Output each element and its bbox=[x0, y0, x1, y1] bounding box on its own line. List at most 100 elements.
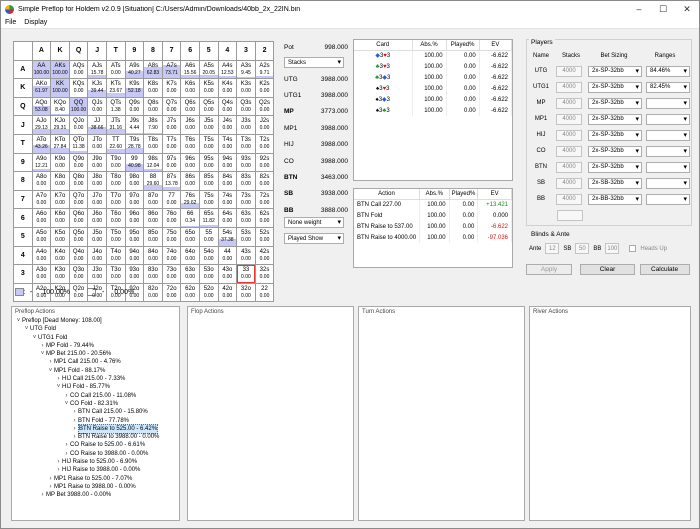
chevron-right-icon[interactable]: › bbox=[47, 483, 54, 491]
hand-cell[interactable]: J3o 0.00 bbox=[87, 264, 107, 284]
player-stack-input[interactable]: 4000 bbox=[556, 65, 582, 77]
hand-cell[interactable]: T6o 0.00 bbox=[105, 208, 126, 228]
hand-cell[interactable]: K2s 0.00 bbox=[254, 78, 275, 98]
hand-cell[interactable]: 94s 0.00 bbox=[217, 152, 238, 173]
hand-cell[interactable]: J5o 0.00 bbox=[87, 226, 107, 247]
player-stack-input[interactable]: 4000 bbox=[556, 177, 582, 189]
hand-cell[interactable]: Q3o 0.00 bbox=[68, 264, 89, 284]
hand-cell[interactable]: K7o 0.00 bbox=[50, 189, 70, 210]
chevron-down-icon[interactable]: ˅ bbox=[63, 400, 70, 408]
hand-cell[interactable]: Q4o 0.00 bbox=[68, 245, 89, 266]
hand-cell[interactable]: J6s 0.00 bbox=[180, 115, 200, 135]
hand-cell[interactable]: 63o 0.00 bbox=[180, 264, 200, 284]
stacks-select[interactable]: Stacks bbox=[284, 57, 344, 68]
hand-cell[interactable]: T5o 0.00 bbox=[105, 226, 126, 247]
hand-cell[interactable]: 95s 0.00 bbox=[198, 152, 219, 173]
hand-cell[interactable]: 82o 0.00 bbox=[143, 282, 163, 303]
bet-sizing-select[interactable]: 2x-SP-32bb bbox=[588, 129, 642, 141]
bb-input[interactable]: 100 bbox=[605, 243, 620, 254]
hand-cell[interactable]: 97o 0.00 bbox=[124, 189, 145, 210]
hand-cell[interactable]: 74o 0.00 bbox=[161, 245, 182, 266]
hand-cell[interactable]: A2s 9.71 bbox=[254, 59, 275, 80]
chevron-right-icon[interactable]: › bbox=[71, 433, 78, 441]
action-row[interactable]: BTN Raise to 4000.00 100.00 0.00 -97.036 bbox=[354, 232, 512, 243]
card-col-header[interactable]: Card bbox=[354, 40, 413, 51]
hand-cell[interactable]: KJo 29.31 bbox=[50, 115, 70, 135]
chevron-right-icon[interactable]: › bbox=[39, 491, 46, 499]
hand-cell[interactable]: 76s 29.62 bbox=[180, 189, 200, 210]
hand-cell[interactable]: A9s 40.27 bbox=[124, 59, 145, 80]
hand-cell[interactable]: J5s 0.00 bbox=[198, 115, 219, 135]
tree-node[interactable]: › HIJ Call 215.00 - 7.33% bbox=[12, 375, 179, 383]
action-row[interactable]: BTN Call 227.00 100.00 0.00 +13.421 bbox=[354, 199, 512, 210]
hand-cell[interactable]: Q7o 0.00 bbox=[68, 189, 89, 210]
chevron-down-icon[interactable]: ˅ bbox=[55, 383, 62, 391]
hand-cell[interactable]: 75o 0.00 bbox=[161, 226, 182, 247]
close-icon[interactable]: ✕ bbox=[675, 1, 699, 17]
hand-cell[interactable]: T8s 0.00 bbox=[143, 133, 163, 154]
chevron-right-icon[interactable]: › bbox=[63, 450, 70, 458]
range-select[interactable] bbox=[646, 193, 690, 205]
chevron-right-icon[interactable]: › bbox=[71, 417, 78, 425]
hand-cell[interactable]: 94o 0.00 bbox=[124, 245, 145, 266]
hand-cell[interactable]: J8s 7.90 bbox=[143, 115, 163, 135]
hand-cell[interactable]: KQo 8.40 bbox=[50, 96, 70, 117]
hand-cell[interactable]: 33 0.00 bbox=[236, 264, 256, 284]
hand-cell[interactable]: 96s 0.00 bbox=[180, 152, 200, 173]
tree-node[interactable]: › BTN Call 215.00 - 15.80% bbox=[12, 408, 179, 416]
hand-cell[interactable]: Q8s 0.00 bbox=[143, 96, 163, 117]
tree-node[interactable]: › BTN Raise to 3988.00 - 0.00% bbox=[12, 433, 179, 441]
hand-cell[interactable]: 63s 0.00 bbox=[236, 208, 256, 228]
hand-cell[interactable]: J8o 0.00 bbox=[87, 171, 107, 191]
apply-button[interactable]: Apply bbox=[526, 264, 572, 275]
hand-cell[interactable]: JJ 38.66 bbox=[87, 115, 107, 135]
hand-cell[interactable]: JTo 0.00 bbox=[87, 133, 107, 154]
hand-cell[interactable]: A9o 12.21 bbox=[31, 152, 52, 173]
hand-cell[interactable]: A4o 0.00 bbox=[31, 245, 52, 266]
player-stack-input[interactable]: 4000 bbox=[556, 193, 582, 205]
hand-cell[interactable]: AKs 100.00 bbox=[50, 59, 70, 80]
hand-cell[interactable]: KTo 27.84 bbox=[50, 133, 70, 154]
hand-cell[interactable]: T7o 0.00 bbox=[105, 189, 126, 210]
hand-cell[interactable]: K8s 0.00 bbox=[143, 78, 163, 98]
range-select[interactable] bbox=[646, 145, 690, 157]
tree-node[interactable]: ˅ MP Bet 215.00 - 20.56% bbox=[12, 350, 179, 358]
hand-cell[interactable]: 62o 0.00 bbox=[180, 282, 200, 303]
hand-cell[interactable]: K9o 0.00 bbox=[50, 152, 70, 173]
tree-node[interactable]: ˅ CO Fold - 82.31% bbox=[12, 400, 179, 408]
chevron-down-icon[interactable]: ˅ bbox=[47, 367, 54, 375]
hand-cell[interactable]: JTs 31.16 bbox=[105, 115, 126, 135]
hand-cell[interactable]: 65s 11.82 bbox=[198, 208, 219, 228]
hand-cell[interactable]: 96o 0.00 bbox=[124, 208, 145, 228]
hand-cell[interactable]: A6o 0.00 bbox=[31, 208, 52, 228]
hand-cell[interactable]: 98s 12.04 bbox=[143, 152, 163, 173]
maximize-icon[interactable]: ☐ bbox=[651, 1, 675, 17]
tree-node[interactable]: › CO Raise to 525.00 - 6.61% bbox=[12, 441, 179, 449]
hand-cell[interactable]: 54o 0.00 bbox=[198, 245, 219, 266]
card-row[interactable]: ♣3◆3 100.00 0.00 -6.622 bbox=[354, 72, 513, 83]
card-row[interactable]: ♠3♣3 100.00 0.00 -6.622 bbox=[354, 105, 513, 116]
hand-cell[interactable]: T7s 0.00 bbox=[161, 133, 182, 154]
sb-input[interactable]: 50 bbox=[575, 243, 590, 254]
hand-cell[interactable]: 87s 13.78 bbox=[161, 171, 182, 191]
hand-cell[interactable]: Q6s 0.00 bbox=[180, 96, 200, 117]
hand-cell[interactable]: 64o 0.00 bbox=[180, 245, 200, 266]
tree-node[interactable]: › CO Raise to 3988.00 - 0.00% bbox=[12, 450, 179, 458]
hand-cell[interactable]: 32s 0.00 bbox=[254, 264, 275, 284]
hand-cell[interactable]: TT 22.60 bbox=[105, 133, 126, 154]
chevron-right-icon[interactable]: › bbox=[47, 358, 54, 366]
hand-cell[interactable]: 82s 0.00 bbox=[254, 171, 275, 191]
minimize-icon[interactable]: – bbox=[627, 1, 651, 17]
clear-button[interactable]: Clear bbox=[580, 264, 635, 275]
tree-node[interactable]: ˅ Preflop [Dead Money: 108.00] bbox=[12, 317, 179, 325]
chevron-right-icon[interactable]: › bbox=[55, 375, 62, 383]
hand-cell[interactable]: 66 0.34 bbox=[180, 208, 200, 228]
hand-cell[interactable]: QTs 1.38 bbox=[105, 96, 126, 117]
bet-sizing-select[interactable]: 2x-SB-32bb bbox=[588, 177, 642, 189]
hand-cell[interactable]: 85o 0.00 bbox=[143, 226, 163, 247]
tree-node[interactable]: ˅ MP1 Fold - 88.17% bbox=[12, 367, 179, 375]
bet-sizing-select[interactable]: 2x-SP-32bb bbox=[588, 113, 642, 125]
hand-cell[interactable]: 76o 0.00 bbox=[161, 208, 182, 228]
chevron-right-icon[interactable]: › bbox=[39, 342, 46, 350]
menu-file[interactable]: File bbox=[1, 19, 20, 26]
